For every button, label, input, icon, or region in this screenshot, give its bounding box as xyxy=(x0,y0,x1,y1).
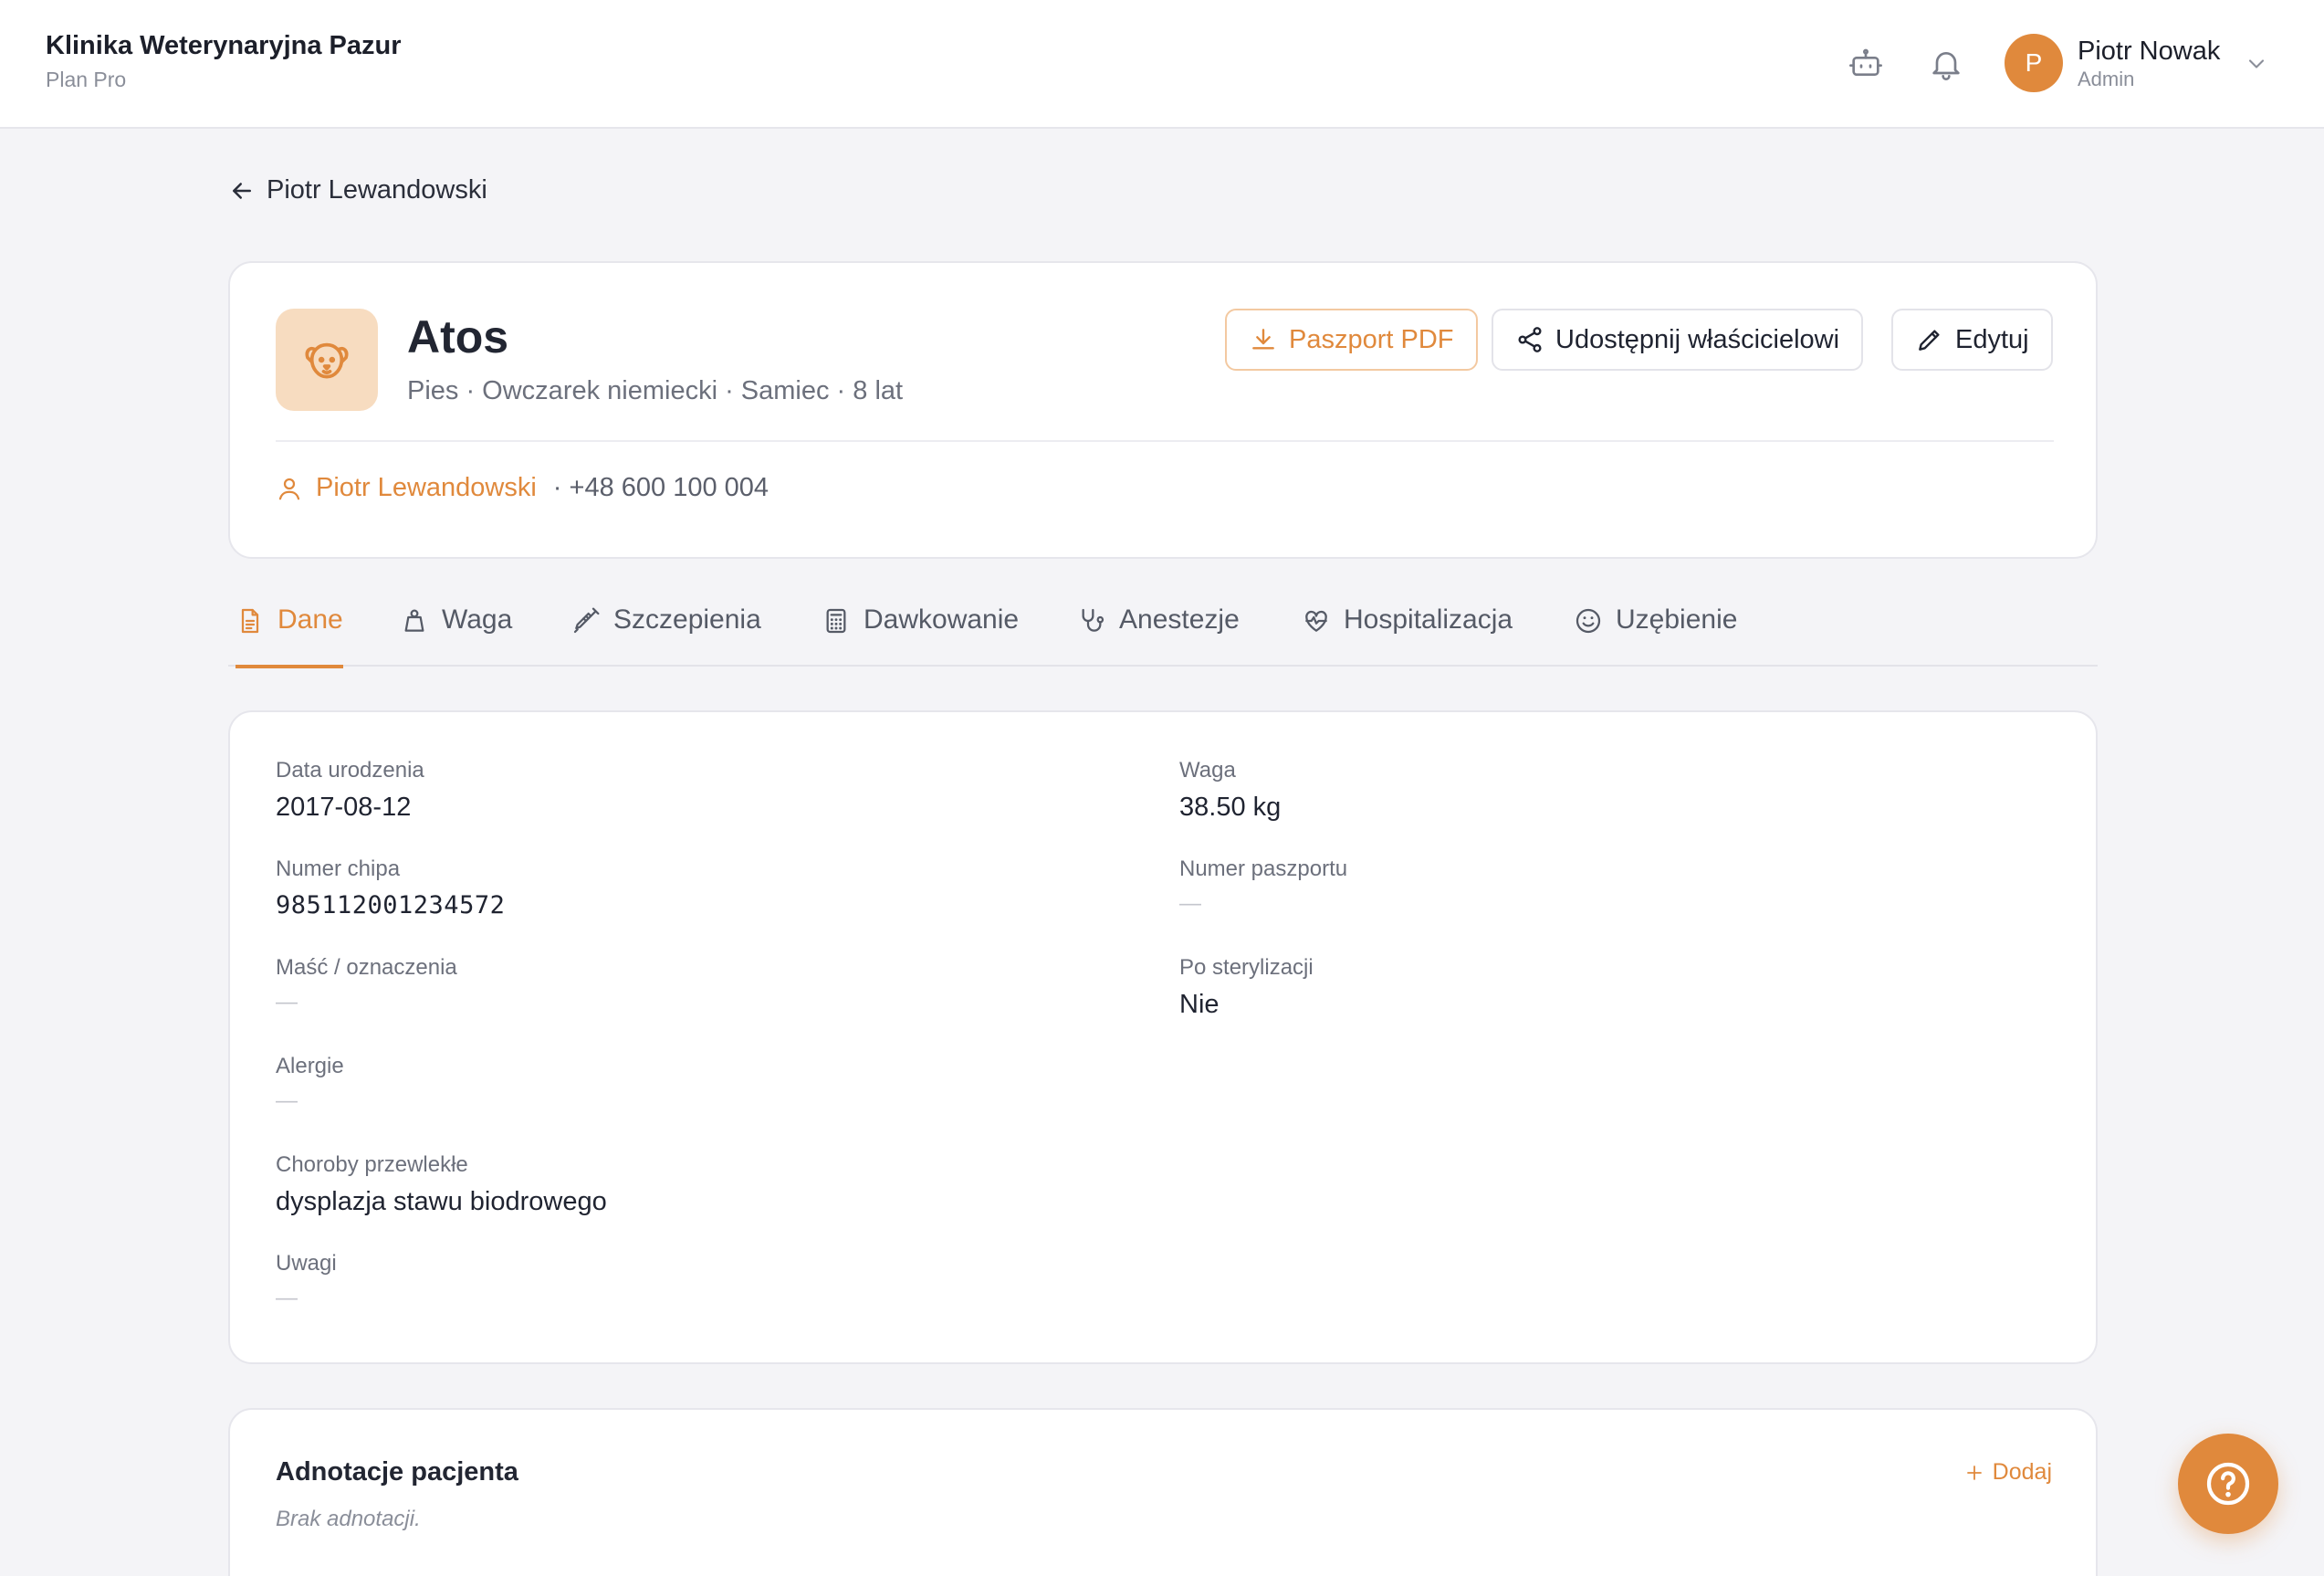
document-icon xyxy=(241,608,259,634)
arrow-left-icon xyxy=(233,182,251,199)
field-passport-number: Numer paszportu — xyxy=(1179,856,1347,917)
heart-pulse-icon xyxy=(1305,610,1327,632)
pet-avatar xyxy=(276,309,378,411)
pencil-icon xyxy=(1919,330,1940,351)
tab-label: Szczepienia xyxy=(613,604,761,635)
tab-waga[interactable]: Waga xyxy=(400,595,512,667)
plus-icon xyxy=(1966,1465,1982,1480)
field-label: Numer paszportu xyxy=(1179,856,1348,881)
tab-dane[interactable]: Dane xyxy=(236,595,343,668)
edit-button[interactable]: Edytuj xyxy=(1891,309,2053,371)
add-annotation-label: Dodaj xyxy=(1992,1459,2052,1485)
tab-bar: Dane Waga Szczepienia Dawkowanie Anestez… xyxy=(228,595,2098,668)
pet-name: Atos xyxy=(407,311,509,362)
passport-pdf-button[interactable]: Paszport PDF xyxy=(1225,309,1478,371)
dog-icon xyxy=(305,342,349,379)
field-chronic-diseases: Choroby przewlekłe dysplazja stawu biodr… xyxy=(276,1152,607,1217)
tab-dawkowanie[interactable]: Dawkowanie xyxy=(822,595,1019,667)
plan-label: Plan Pro xyxy=(46,68,127,91)
download-icon xyxy=(1252,329,1274,350)
field-birth-date: Data urodzenia 2017-08-12 xyxy=(276,758,424,823)
field-weight: Waga 38.50 kg xyxy=(1179,758,1281,823)
help-icon xyxy=(2206,1462,2250,1506)
edit-label: Edytuj xyxy=(1955,324,2029,354)
field-value: 2017-08-12 xyxy=(276,793,412,822)
patient-details-card: Data urodzenia 2017-08-12 Waga 38.50 kg … xyxy=(228,710,2098,1364)
field-value: 38.50 kg xyxy=(1179,793,1282,822)
tab-label: Waga xyxy=(442,604,513,635)
tab-label: Dawkowanie xyxy=(864,604,1020,635)
syringe-icon xyxy=(573,607,600,634)
field-value: — xyxy=(276,990,298,1014)
field-label: Data urodzenia xyxy=(276,758,424,783)
annotations-card: Adnotacje pacjenta Brak adnotacji. Dodaj xyxy=(228,1408,2098,1576)
field-value: dysplazja stawu biodrowego xyxy=(276,1187,607,1216)
field-sterilized: Po sterylizacji Nie xyxy=(1179,955,1314,1020)
field-label: Po sterylizacji xyxy=(1179,955,1314,980)
user-icon xyxy=(278,478,300,499)
field-label: Choroby przewlekłe xyxy=(276,1152,468,1177)
annotations-empty-state: Brak adnotacji. xyxy=(276,1507,421,1531)
tab-anestezje[interactable]: Anestezje xyxy=(1077,595,1240,667)
clinic-name: Klinika Weterynaryjna Pazur xyxy=(46,31,402,60)
field-chip-number: Numer chipa 985112001234572 xyxy=(276,856,505,919)
back-link-label: Piotr Lewandowski xyxy=(267,175,487,205)
tab-label: Uzębienie xyxy=(1616,604,1738,635)
avatar[interactable]: P xyxy=(2005,34,2063,92)
passport-pdf-label: Paszport PDF xyxy=(1289,324,1454,354)
owner-row: Piotr Lewandowski · +48 600 100 004 xyxy=(276,473,769,503)
tab-uzebienie[interactable]: Uzębienie xyxy=(1574,595,1737,667)
user-role: Admin xyxy=(2078,68,2135,90)
calculator-icon xyxy=(826,608,846,634)
smile-icon xyxy=(1576,608,1601,634)
robot-icon[interactable] xyxy=(1846,44,1886,84)
owner-phone: · +48 600 100 004 xyxy=(552,473,769,502)
field-value: — xyxy=(276,1286,298,1310)
field-value: 985112001234572 xyxy=(276,891,506,919)
field-coat: Maść / oznaczenia — xyxy=(276,955,457,1015)
active-tab-indicator xyxy=(236,665,343,668)
share-icon xyxy=(1518,327,1542,352)
field-notes: Uwagi — xyxy=(276,1251,337,1311)
annotations-title: Adnotacje pacjenta xyxy=(276,1457,518,1487)
tab-label: Hospitalizacja xyxy=(1344,604,1513,635)
field-label: Alergie xyxy=(276,1054,344,1078)
field-value: Nie xyxy=(1179,990,1220,1019)
field-allergies: Alergie — xyxy=(276,1054,344,1114)
field-value: — xyxy=(1179,891,1201,916)
field-label: Waga xyxy=(1179,758,1236,783)
tab-hospitalizacja[interactable]: Hospitalizacja xyxy=(1302,595,1513,667)
field-value: — xyxy=(276,1088,298,1113)
field-label: Uwagi xyxy=(276,1251,337,1276)
patient-card: Atos Pies · Owczarek niemiecki · Samiec … xyxy=(228,261,2098,559)
pet-meta: Pies · Owczarek niemiecki · Samiec · 8 l… xyxy=(407,376,904,405)
tab-label: Dane xyxy=(277,604,343,635)
weight-icon xyxy=(404,609,424,632)
chevron-down-icon[interactable] xyxy=(2244,51,2269,77)
owner-link[interactable]: Piotr Lewandowski xyxy=(316,473,537,503)
bell-icon[interactable] xyxy=(1926,44,1966,84)
share-label: Udostępnij właścicielowi xyxy=(1555,324,1840,354)
help-button[interactable] xyxy=(2178,1434,2278,1534)
field-label: Numer chipa xyxy=(276,856,401,881)
tab-label: Anestezje xyxy=(1119,604,1240,635)
back-link[interactable]: Piotr Lewandowski xyxy=(228,175,487,205)
field-label: Maść / oznaczenia xyxy=(276,955,457,980)
add-annotation-button[interactable]: Dodaj xyxy=(1963,1459,2052,1486)
stethoscope-icon xyxy=(1082,608,1104,632)
divider xyxy=(276,440,2054,442)
top-bar: Klinika Weterynaryjna Pazur Plan Pro P P… xyxy=(0,0,2324,129)
tab-szczepienia[interactable]: Szczepienia xyxy=(571,595,761,667)
user-name[interactable]: Piotr Nowak xyxy=(2078,37,2220,67)
share-with-owner-button[interactable]: Udostępnij właścicielowi xyxy=(1492,309,1864,371)
